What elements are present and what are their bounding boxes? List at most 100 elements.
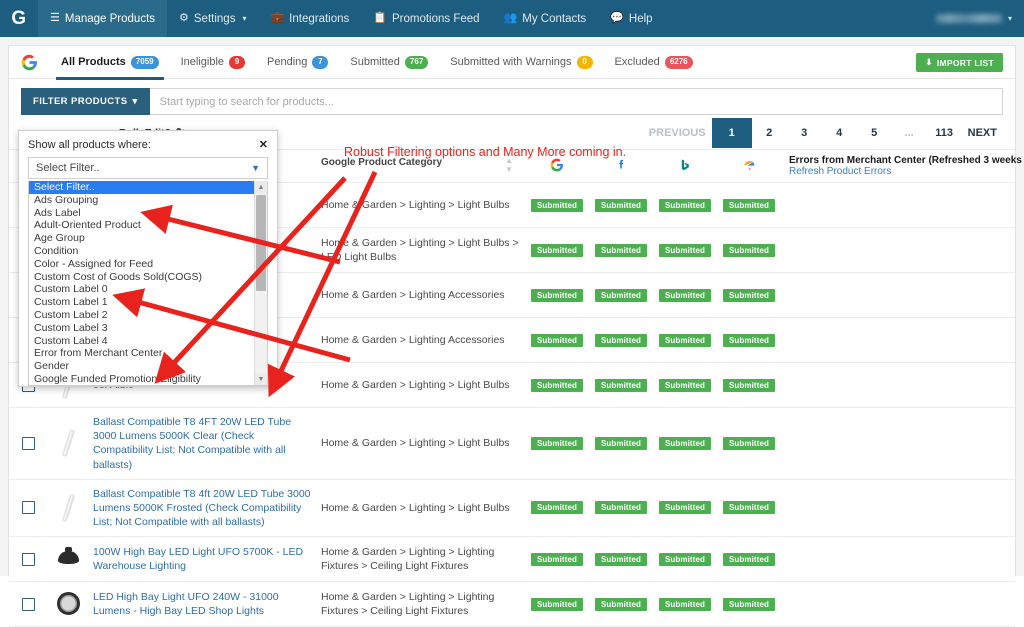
sort-icon[interactable]: ▲▼ [505, 157, 513, 175]
product-title[interactable]: Ballast Compatible T8 4ft 20W LED Tube 3… [93, 487, 313, 530]
pagination-page-3[interactable]: 3 [787, 120, 822, 146]
filter-products-label: FILTER PRODUCTS [33, 96, 128, 107]
nav-label: Integrations [289, 13, 349, 25]
filter-option[interactable]: Ads Label [29, 207, 254, 220]
filter-option[interactable]: Color - Assigned for Feed [29, 258, 254, 271]
ufo-icon [55, 544, 81, 574]
tab-all-products[interactable]: All Products 7059 [50, 46, 170, 79]
product-category: Home & Garden > Lighting > Lighting Fixt… [321, 590, 521, 618]
filter-option[interactable]: Custom Cost of Goods Sold(COGS) [29, 271, 254, 284]
filter-option[interactable]: Custom Label 1 [29, 296, 254, 309]
status-badge: Submitted [595, 199, 647, 212]
table-row[interactable]: LED High Bay Light UFO 240W - 31000 Lume… [9, 582, 1015, 627]
product-category: Home & Garden > Lighting > Light Bulbs [321, 378, 521, 392]
nav-item-integrations[interactable]: 💼 Integrations [258, 0, 361, 37]
product-title[interactable]: LED High Bay Light UFO 240W - 31000 Lume… [93, 590, 313, 618]
table-row[interactable]: Ballast Compatible T8 4ft 20W LED Tube 3… [9, 479, 1015, 537]
nav-item-my-contacts[interactable]: 👥 My Contacts [492, 0, 599, 37]
row-checkbox[interactable] [22, 598, 35, 611]
tab-badge: 7059 [131, 56, 159, 69]
filter-option[interactable]: Adult-Oriented Product [29, 219, 254, 232]
nav-item-manage-products[interactable]: ☰ Manage Products [38, 0, 167, 37]
status-badge: Submitted [659, 244, 711, 257]
search-input[interactable] [150, 88, 1003, 115]
criteo-icon [742, 164, 757, 175]
table-row[interactable]: Ballast Compatible T8 4FT 20W LED Tube 3… [9, 408, 1015, 480]
close-icon[interactable]: ✕ [259, 140, 268, 151]
filter-option[interactable]: Custom Label 3 [29, 322, 254, 335]
product-category: Home & Garden > Lighting Accessories [321, 333, 521, 347]
filter-products-button[interactable]: FILTER PRODUCTS ▾ [21, 88, 150, 115]
status-badge: Submitted [595, 437, 647, 450]
filter-option[interactable]: Custom Label 0 [29, 283, 254, 296]
import-list-button[interactable]: ⬇ IMPORT LIST [916, 53, 1003, 72]
filter-select[interactable]: Select Filter.. ▼ [28, 157, 268, 179]
pagination-page-4[interactable]: 4 [822, 120, 857, 146]
filter-row: FILTER PRODUCTS ▾ [9, 79, 1015, 115]
nav-item-settings[interactable]: ⚙ Settings ▾ [167, 0, 258, 37]
filter-option[interactable]: Gender [29, 360, 254, 373]
pagination-next[interactable]: NEXT [962, 120, 1003, 146]
pagination-page-2[interactable]: 2 [752, 120, 787, 146]
filter-list-scrollbar[interactable]: ▲ ▼ [254, 181, 267, 385]
row-image-cell [47, 537, 89, 582]
row-select-cell[interactable] [9, 408, 47, 480]
row-checkbox[interactable] [22, 501, 35, 514]
row-select-cell[interactable] [9, 479, 47, 537]
filter-option[interactable]: Select Filter.. [29, 181, 254, 194]
status-badge: Submitted [595, 334, 647, 347]
row-image-cell [47, 479, 89, 537]
filter-option[interactable]: Custom Label 2 [29, 309, 254, 322]
product-category: Home & Garden > Lighting > Light Bulbs [321, 501, 521, 515]
row-select-cell[interactable] [9, 582, 47, 627]
status-badge: Submitted [531, 553, 583, 566]
status-badge: Submitted [595, 553, 647, 566]
tab-submitted-with-warnings[interactable]: Submitted with Warnings 0 [439, 46, 603, 79]
scrollbar-thumb[interactable] [256, 195, 266, 291]
tab-excluded[interactable]: Excluded 6276 [604, 46, 704, 79]
filter-option-list[interactable]: Select Filter.. Ads Grouping Ads Label A… [28, 181, 268, 386]
tab-badge: 9 [229, 56, 245, 69]
tab-ineligible[interactable]: Ineligible 9 [170, 46, 256, 79]
pagination-ellipsis: ... [892, 120, 927, 146]
filter-option[interactable]: Custom Label 4 [29, 335, 254, 348]
status-badge: Submitted [659, 553, 711, 566]
pagination-page-113[interactable]: 113 [927, 120, 962, 146]
pagination-page-1[interactable]: 1 [712, 118, 752, 148]
panel-header: Show all products where: ✕ [19, 131, 277, 155]
filter-option[interactable]: Condition [29, 245, 254, 258]
pagination-page-5[interactable]: 5 [857, 120, 892, 146]
row-checkbox[interactable] [22, 437, 35, 450]
filter-option[interactable]: Google Funded Promotion Eligibility [29, 373, 254, 386]
row-errors-cell [781, 228, 1015, 273]
channel-header-criteo [717, 150, 781, 183]
pagination-previous[interactable]: PREVIOUS [643, 120, 712, 146]
tab-label: Submitted with Warnings [450, 56, 571, 68]
status-badge: Submitted [723, 244, 775, 257]
brand-logo[interactable]: G [0, 0, 38, 37]
nav-item-promotions-feed[interactable]: 📋 Promotions Feed [361, 0, 491, 37]
nav-item-help[interactable]: 💬 Help [598, 0, 664, 37]
status-badge: Submitted [659, 379, 711, 392]
table-row[interactable]: 100W High Bay LED Light UFO 5700K - LED … [9, 537, 1015, 582]
facebook-icon [614, 164, 628, 175]
tab-pending[interactable]: Pending 7 [256, 46, 339, 79]
row-select-cell[interactable] [9, 537, 47, 582]
product-title[interactable]: 100W High Bay LED Light UFO 5700K - LED … [93, 545, 313, 573]
account-menu[interactable]: ▾ [936, 0, 1024, 37]
scroll-up-icon[interactable]: ▲ [255, 181, 267, 193]
tab-submitted[interactable]: Submitted 767 [339, 46, 439, 79]
row-checkbox[interactable] [22, 553, 35, 566]
chevron-down-icon: ▾ [1008, 14, 1012, 23]
status-badge: Submitted [531, 379, 583, 392]
filter-option[interactable]: Ads Grouping [29, 194, 254, 207]
product-category: Home & Garden > Lighting Accessories [321, 288, 521, 302]
refresh-product-errors-link[interactable]: Refresh Product Errors [789, 166, 1011, 177]
filter-option[interactable]: Error from Merchant Center [29, 347, 254, 360]
row-errors-cell [781, 408, 1015, 480]
scroll-down-icon[interactable]: ▼ [255, 373, 267, 385]
status-badge: Submitted [659, 501, 711, 514]
product-title[interactable]: Ballast Compatible T8 4FT 20W LED Tube 3… [93, 415, 313, 472]
filter-option[interactable]: Age Group [29, 232, 254, 245]
row-errors-cell [781, 537, 1015, 582]
